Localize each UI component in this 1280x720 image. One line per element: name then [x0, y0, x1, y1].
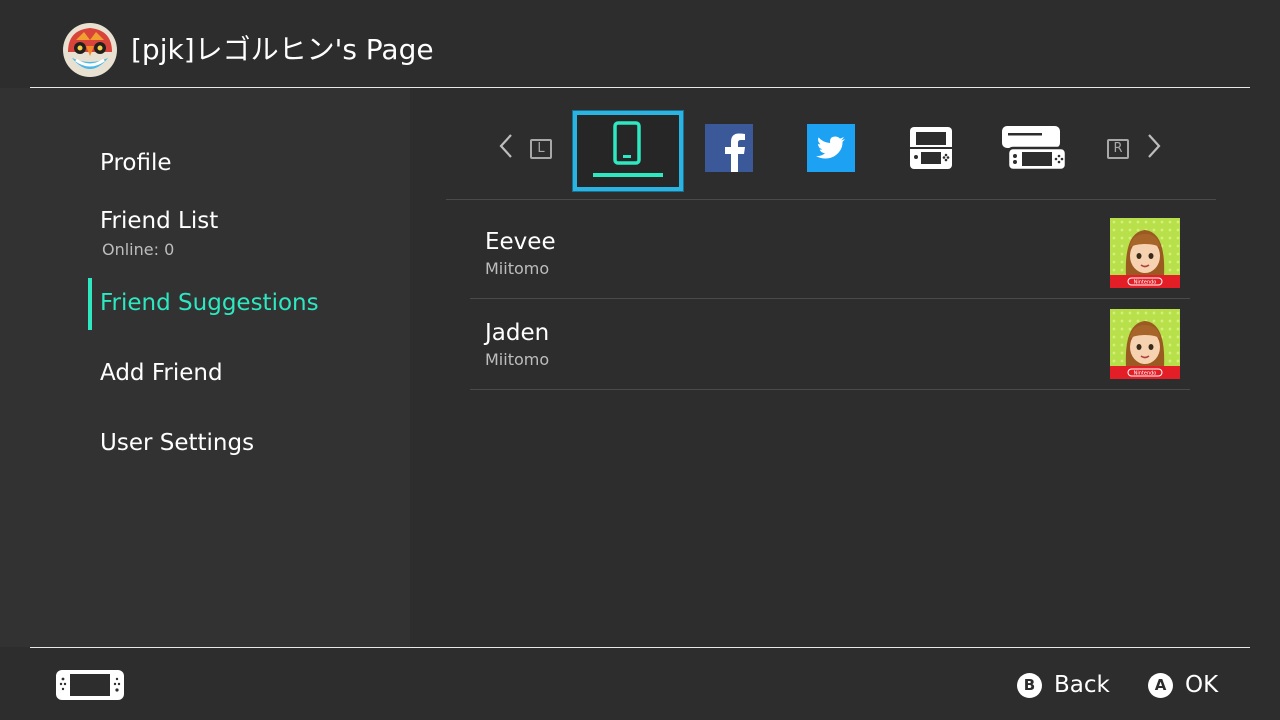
ok-button[interactable]: A OK	[1148, 670, 1218, 700]
friend-name: Eevee	[485, 229, 556, 255]
sidebar-item-profile[interactable]: Profile	[100, 148, 172, 178]
page-title: [pjk]レゴルヒン's Page	[131, 33, 434, 66]
suggestion-list: Eevee Miitomo Nintendo Jaden Miitomo Nin…	[470, 208, 1190, 390]
friend-source: Miitomo	[485, 350, 550, 369]
mii-avatar: Nintendo	[1110, 218, 1180, 288]
tab-3ds[interactable]	[879, 112, 983, 184]
nintendo-badge: Nintendo	[1134, 371, 1157, 377]
wii-u-icon	[1002, 126, 1066, 172]
sidebar-item-friend-suggestions[interactable]: Friend Suggestions	[100, 288, 319, 318]
r-button-icon: R	[1107, 139, 1129, 159]
tab-smart-device[interactable]	[573, 111, 683, 191]
sidebar-item-user-settings[interactable]: User Settings	[100, 428, 254, 458]
tab-twitter[interactable]	[779, 112, 883, 184]
header: [pjk]レゴルヒン's Page	[0, 0, 1280, 88]
mii-avatar: Nintendo	[1110, 309, 1180, 379]
chevron-right-icon[interactable]	[1142, 132, 1166, 160]
friend-name: Jaden	[485, 320, 550, 346]
user-avatar[interactable]	[62, 22, 118, 78]
source-tabs: L R	[446, 108, 1216, 196]
friend-list-online-count: Online: 0	[102, 240, 175, 259]
smart-device-icon	[593, 121, 663, 177]
footer-divider	[30, 647, 1250, 648]
a-button-icon: A	[1148, 672, 1173, 698]
ok-label: OK	[1185, 672, 1219, 698]
tab-wii-u[interactable]	[981, 112, 1085, 184]
sidebar-item-add-friend[interactable]: Add Friend	[100, 358, 223, 388]
3ds-icon	[910, 127, 952, 169]
friend-source: Miitomo	[485, 259, 550, 278]
tab-facebook[interactable]	[677, 112, 781, 184]
back-label: Back	[1054, 672, 1110, 698]
chevron-left-icon[interactable]	[494, 132, 518, 160]
back-button[interactable]: B Back	[1017, 670, 1110, 700]
twitter-icon	[807, 124, 855, 172]
nintendo-badge: Nintendo	[1134, 280, 1157, 286]
tabs-divider	[446, 199, 1216, 200]
b-button-icon: B	[1017, 672, 1042, 698]
list-item[interactable]: Jaden Miitomo Nintendo	[470, 299, 1190, 390]
sidebar-item-friend-list[interactable]: Friend List	[100, 206, 218, 236]
sidebar-selection-indicator	[88, 278, 92, 330]
l-button-icon: L	[530, 139, 552, 159]
switch-console-icon	[56, 670, 124, 700]
facebook-icon	[705, 124, 753, 172]
list-item[interactable]: Eevee Miitomo Nintendo	[470, 208, 1190, 299]
